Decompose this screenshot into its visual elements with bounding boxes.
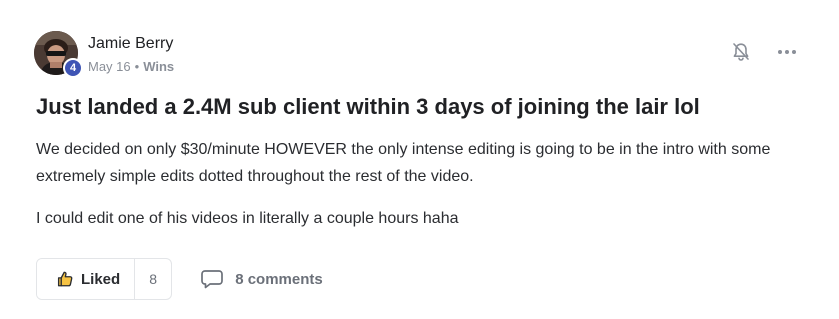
like-count[interactable]: 8: [134, 259, 171, 299]
like-group: Liked 8: [36, 258, 173, 300]
post-body: We decided on only $30/minute HOWEVER th…: [36, 136, 806, 232]
post-footer: Liked 8 8 comments: [36, 258, 323, 300]
post-header: 4 Jamie Berry May 16 • Wins: [34, 31, 174, 78]
post-paragraph: We decided on only $30/minute HOWEVER th…: [36, 141, 771, 185]
post-date[interactable]: May 16: [88, 58, 131, 76]
more-options-button[interactable]: [775, 40, 799, 64]
thumbs-up-icon: [57, 271, 73, 287]
meta-separator: •: [134, 59, 140, 74]
comments-button[interactable]: 8 comments: [201, 269, 323, 289]
post-title[interactable]: Just landed a 2.4M sub client within 3 d…: [36, 92, 700, 122]
post-meta: Jamie Berry May 16 • Wins: [88, 31, 174, 76]
post-category[interactable]: Wins: [143, 58, 174, 76]
level-badge: 4: [63, 58, 83, 78]
like-label: Liked: [81, 270, 121, 288]
author-avatar-wrapper[interactable]: 4: [34, 31, 83, 78]
post-paragraph: I could edit one of his videos in litera…: [36, 210, 459, 227]
comments-label: 8 comments: [235, 270, 323, 288]
post-subline: May 16 • Wins: [88, 58, 174, 76]
more-horizontal-icon: [778, 50, 796, 54]
author-name[interactable]: Jamie Berry: [88, 34, 174, 54]
notifications-toggle-button[interactable]: [729, 40, 753, 64]
post-card: 4 Jamie Berry May 16 • Wins Just landed …: [0, 0, 839, 319]
comment-bubble-icon: [201, 270, 224, 289]
bell-off-icon: [733, 43, 749, 61]
post-actions: [729, 40, 799, 64]
like-button[interactable]: Liked: [37, 259, 135, 299]
